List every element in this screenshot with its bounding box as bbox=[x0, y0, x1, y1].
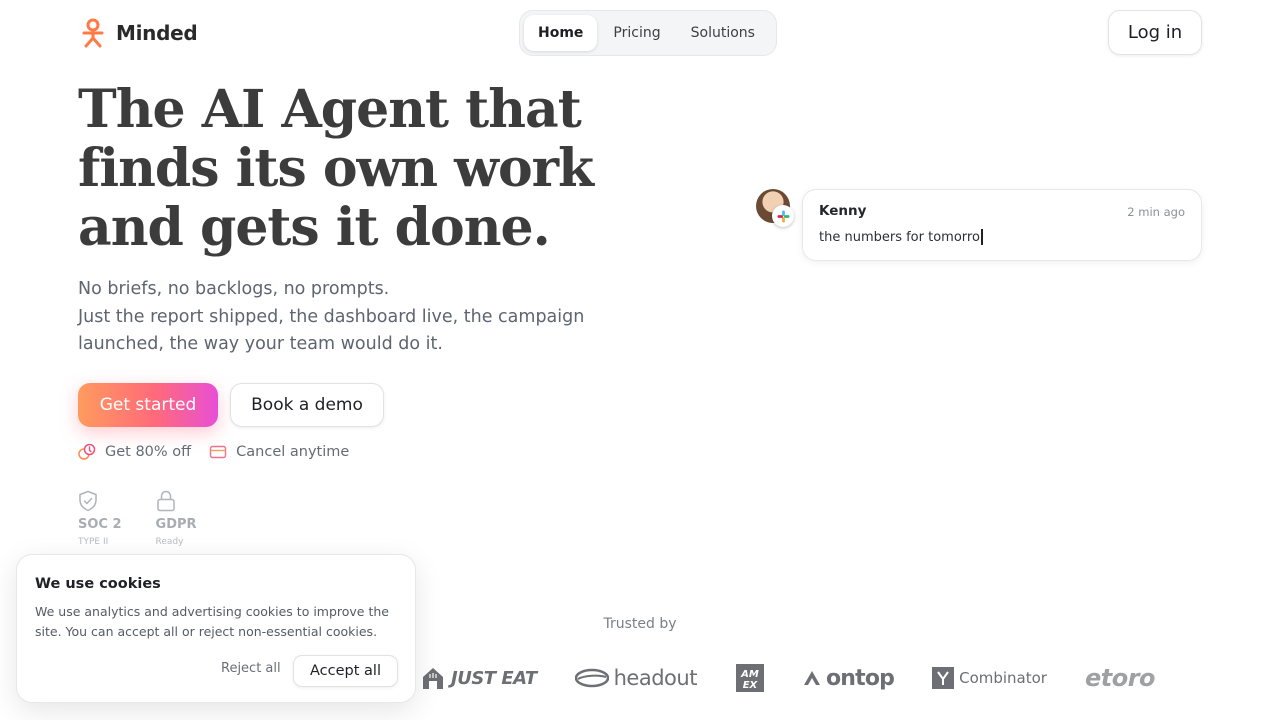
chat-message-card: Kenny 2 min ago the numbers for tomorro bbox=[802, 189, 1202, 261]
customer-logos: JUST EAT headout AM EX ontop Combinator … bbox=[420, 656, 1200, 700]
chat-sender-name: Kenny bbox=[819, 203, 867, 219]
nav-home[interactable]: Home bbox=[524, 15, 598, 51]
brand-logo[interactable]: Minded bbox=[80, 18, 198, 48]
lock-icon bbox=[156, 490, 175, 512]
logo-just-eat-text: JUST EAT bbox=[451, 667, 537, 689]
logo-etoro-text: etoro bbox=[1084, 664, 1156, 692]
cookie-text-line: We use analytics and advertising cookies… bbox=[35, 604, 389, 619]
y-combinator-icon bbox=[932, 667, 955, 689]
hero-subtitle-line: launched, the way your team would do it. bbox=[78, 334, 443, 354]
nav-solutions[interactable]: Solutions bbox=[677, 15, 769, 51]
svg-text:AM: AM bbox=[740, 669, 759, 680]
perk-discount: Get 80% off bbox=[78, 443, 191, 461]
minded-logo-icon bbox=[82, 18, 104, 48]
compliance-badges: SOC 2 TYPE II GDPR Ready bbox=[78, 490, 197, 547]
logo-ontop: ontop bbox=[803, 665, 895, 691]
logo-ontop-text: ontop bbox=[825, 665, 895, 691]
amex-logo-icon: AM EX bbox=[735, 664, 764, 692]
brand-name: Minded bbox=[116, 21, 198, 45]
nav-pricing[interactable]: Pricing bbox=[599, 15, 674, 51]
hero-subtitle: No briefs, no backlogs, no prompts. Just… bbox=[78, 276, 618, 359]
perk-discount-label: Get 80% off bbox=[105, 444, 192, 460]
cookie-text-line: site. You can accept all or reject non-e… bbox=[35, 624, 378, 639]
cookie-description: We use analytics and advertising cookies… bbox=[35, 602, 395, 642]
logo-just-eat: JUST EAT bbox=[420, 665, 537, 691]
logo-etoro: etoro bbox=[1084, 664, 1156, 692]
badge-soc2-sub: TYPE II bbox=[78, 537, 109, 547]
badge-gdpr-sub: Ready bbox=[155, 537, 184, 547]
get-started-button[interactable]: Get started bbox=[78, 383, 218, 427]
shield-check-icon bbox=[79, 490, 97, 512]
headout-mark-icon bbox=[574, 668, 609, 688]
hero-subtitle-line: Just the report shipped, the dashboard l… bbox=[78, 306, 585, 327]
perks-row: Get 80% off Cancel anytime bbox=[78, 443, 349, 461]
cookie-banner: We use cookies We use analytics and adve… bbox=[16, 554, 416, 703]
perk-cancel: Cancel anytime bbox=[209, 443, 349, 461]
badge-gdpr: GDPR Ready bbox=[156, 490, 197, 547]
chat-message: the numbers for tomorro bbox=[819, 229, 983, 245]
badge-soc2: SOC 2 TYPE II bbox=[78, 490, 122, 547]
logo-amex: AM EX bbox=[735, 663, 765, 693]
reject-all-button[interactable]: Reject all bbox=[221, 661, 281, 676]
badge-gdpr-title: GDPR bbox=[155, 517, 197, 532]
perk-cancel-label: Cancel anytime bbox=[236, 444, 350, 460]
hero-title-line: and gets it done. bbox=[78, 197, 551, 258]
credit-card-icon bbox=[209, 445, 227, 459]
chat-timestamp: 2 min ago bbox=[1127, 205, 1185, 219]
typing-caret bbox=[980, 229, 983, 245]
hero-title-line: finds its own work bbox=[78, 138, 594, 199]
main-nav: Home Pricing Solutions bbox=[519, 10, 777, 56]
cookie-title: We use cookies bbox=[35, 576, 161, 592]
discount-icon bbox=[78, 443, 96, 460]
logo-headout: headout bbox=[574, 666, 698, 690]
svg-text:EX: EX bbox=[743, 680, 759, 691]
badge-soc2-title: SOC 2 bbox=[78, 517, 122, 532]
logos-fade bbox=[1150, 650, 1210, 706]
chat-message-text: the numbers for tomorro bbox=[819, 229, 980, 245]
accept-all-button[interactable]: Accept all bbox=[293, 655, 398, 687]
hero-subtitle-line: No briefs, no backlogs, no prompts. bbox=[78, 279, 390, 299]
logo-headout-text: headout bbox=[613, 666, 698, 690]
book-demo-button[interactable]: Book a demo bbox=[230, 383, 384, 427]
hero-title-line: The AI Agent that bbox=[78, 79, 582, 140]
slack-icon bbox=[772, 205, 794, 227]
logo-y-combinator: Combinator bbox=[932, 667, 1047, 689]
logo-y-combinator-text: Combinator bbox=[959, 669, 1047, 687]
hero-title: The AI Agent that finds its own work and… bbox=[78, 80, 638, 257]
login-button[interactable]: Log in bbox=[1108, 10, 1202, 55]
ontop-arrow-icon bbox=[803, 671, 820, 685]
just-eat-house-icon bbox=[423, 668, 443, 689]
